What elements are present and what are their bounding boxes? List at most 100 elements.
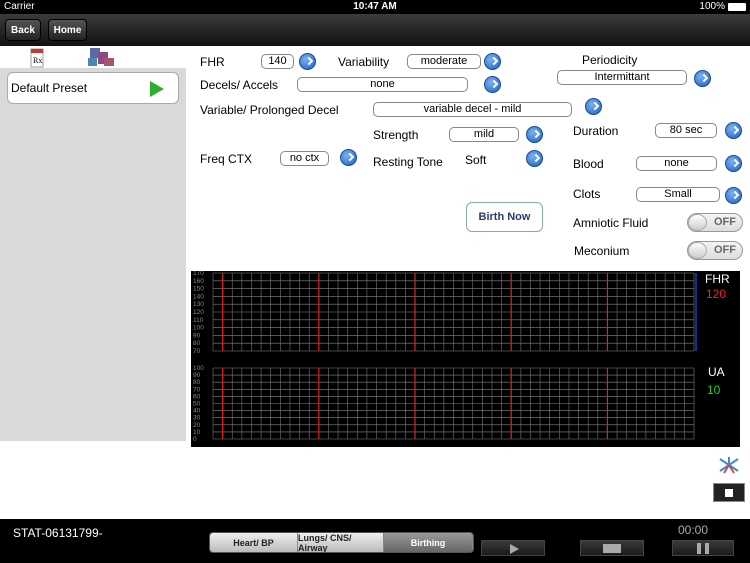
tab-birthing[interactable]: Birthing — [384, 533, 473, 552]
fhr-readout-label: FHR — [705, 272, 730, 286]
home-button[interactable]: Home — [48, 19, 87, 41]
variability-label: Variability — [338, 55, 390, 69]
variable-decel-disclosure-icon[interactable] — [585, 98, 602, 115]
ua-tick-label: 10 — [193, 429, 201, 436]
fhr-tick-label: 120 — [193, 309, 204, 316]
duration-label: Duration — [573, 124, 619, 138]
blood-label: Blood — [573, 157, 604, 171]
ua-tick-label: 100 — [193, 365, 204, 372]
variable-decel-value[interactable]: variable decel - mild — [373, 102, 572, 117]
fhr-value[interactable]: 140 — [261, 54, 294, 69]
patient-id: STAT-06131799- — [13, 526, 103, 540]
fhr-tick-label: 90 — [193, 332, 201, 339]
stop-button[interactable] — [713, 483, 745, 502]
stop-icon — [725, 489, 733, 497]
decels-disclosure-icon[interactable] — [484, 76, 501, 93]
fhr-tick-label: 110 — [193, 317, 204, 324]
freq-ctx-value[interactable]: no ctx — [280, 151, 329, 166]
resting-tone-disclosure-icon[interactable] — [526, 150, 543, 167]
blood-disclosure-icon[interactable] — [725, 155, 742, 172]
battery-icon — [728, 2, 746, 11]
preset-label: Default Preset — [11, 81, 88, 95]
stop-playback-button[interactable] — [580, 540, 644, 556]
supplies-icon — [88, 48, 114, 66]
blood-value[interactable]: none — [636, 156, 717, 171]
amniotic-fluid-label: Amniotic Fluid — [573, 216, 649, 230]
strength-value[interactable]: mild — [449, 127, 519, 142]
fhr-tick-label: 140 — [193, 293, 204, 300]
toggle-knob — [688, 242, 707, 259]
resting-tone-value: Soft — [465, 153, 487, 167]
play-preset-icon[interactable] — [150, 81, 164, 97]
amniotic-fluid-toggle[interactable]: OFF — [687, 213, 743, 232]
meconium-toggle[interactable]: OFF — [687, 241, 743, 260]
monitor-grid: 1701601501401301201101009080701009080706… — [193, 270, 697, 443]
freq-ctx-disclosure-icon[interactable] — [340, 149, 357, 166]
variable-decel-label: Variable/ Prolonged Decel — [200, 103, 339, 117]
ua-tick-label: 20 — [193, 422, 201, 429]
ua-tick-label: 80 — [193, 379, 201, 386]
periodicity-label: Periodicity — [582, 53, 638, 67]
amniotic-toggle-text: OFF — [714, 216, 736, 228]
strength-disclosure-icon[interactable] — [526, 126, 543, 143]
sidebar: Rx Default Preset — [0, 46, 186, 441]
section-tabs: Heart/ BP Lungs/ CNS/ Airway Birthing — [209, 532, 474, 553]
ua-tick-label: 60 — [193, 393, 201, 400]
fhr-tick-label: 160 — [193, 278, 204, 285]
decels-value[interactable]: none — [297, 77, 468, 92]
strength-label: Strength — [373, 128, 419, 142]
app-logo-icon — [719, 457, 739, 474]
battery-indicator: 100% — [699, 1, 746, 12]
svg-text:Rx: Rx — [33, 56, 42, 65]
tab-heart-bp[interactable]: Heart/ BP — [210, 533, 298, 552]
periodicity-disclosure-icon[interactable] — [694, 70, 711, 87]
nav-bar: Back Home — [0, 14, 750, 46]
toggle-knob — [688, 214, 707, 231]
variability-value[interactable]: moderate — [407, 54, 481, 69]
battery-percent: 100% — [699, 1, 725, 12]
fhr-tick-label: 100 — [193, 325, 204, 332]
meconium-label: Meconium — [574, 244, 630, 258]
fhr-readout-value: 120 — [706, 287, 727, 301]
duration-value[interactable]: 80 sec — [655, 123, 717, 138]
sidebar-icon-strip: Rx — [0, 46, 186, 68]
ua-tick-label: 70 — [193, 386, 201, 393]
decels-label: Decels/ Accels — [200, 78, 279, 92]
clots-label: Clots — [573, 187, 601, 201]
pause-icon-bar-right — [705, 543, 709, 554]
meconium-toggle-text: OFF — [714, 244, 736, 256]
fhr-disclosure-icon[interactable] — [299, 53, 316, 70]
ua-tick-label: 30 — [193, 415, 201, 422]
fhr-tick-label: 170 — [193, 271, 204, 277]
play-icon — [510, 544, 519, 554]
clots-value[interactable]: Small — [636, 187, 720, 202]
clots-disclosure-icon[interactable] — [725, 187, 742, 204]
fhr-tick-label: 70 — [193, 348, 201, 355]
stop-playback-icon — [603, 544, 621, 553]
periodicity-value[interactable]: Intermittant — [557, 70, 687, 85]
ua-readout-label: UA — [708, 365, 725, 379]
play-button[interactable] — [481, 540, 545, 556]
fhr-tick-label: 150 — [193, 286, 204, 293]
session-timer: 00:00 — [678, 523, 709, 537]
variability-disclosure-icon[interactable] — [484, 53, 501, 70]
resting-tone-label: Resting Tone — [373, 155, 443, 169]
clock: 10:47 AM — [353, 1, 397, 12]
fhr-tick-label: 130 — [193, 301, 204, 308]
tab-lungs-cns-airway[interactable]: Lungs/ CNS/ Airway — [298, 533, 384, 552]
default-preset-row[interactable]: Default Preset — [7, 72, 179, 104]
pause-icon-bar-left — [697, 543, 701, 554]
prescription-icon[interactable]: Rx — [0, 46, 186, 68]
fhr-label: FHR — [200, 55, 225, 69]
ua-tick-label: 90 — [193, 372, 201, 379]
pause-button[interactable] — [672, 540, 734, 556]
birth-now-button[interactable]: Birth Now — [466, 202, 543, 232]
fhr-tick-label: 80 — [193, 340, 201, 347]
freq-ctx-label: Freq CTX — [200, 152, 253, 166]
ua-tick-label: 0 — [193, 436, 197, 443]
status-bar: Carrier 10:47 AM 100% — [0, 0, 750, 14]
back-button[interactable]: Back — [5, 19, 41, 41]
duration-disclosure-icon[interactable] — [725, 122, 742, 139]
ua-tick-label: 50 — [193, 401, 201, 408]
ua-tick-label: 40 — [193, 408, 201, 415]
